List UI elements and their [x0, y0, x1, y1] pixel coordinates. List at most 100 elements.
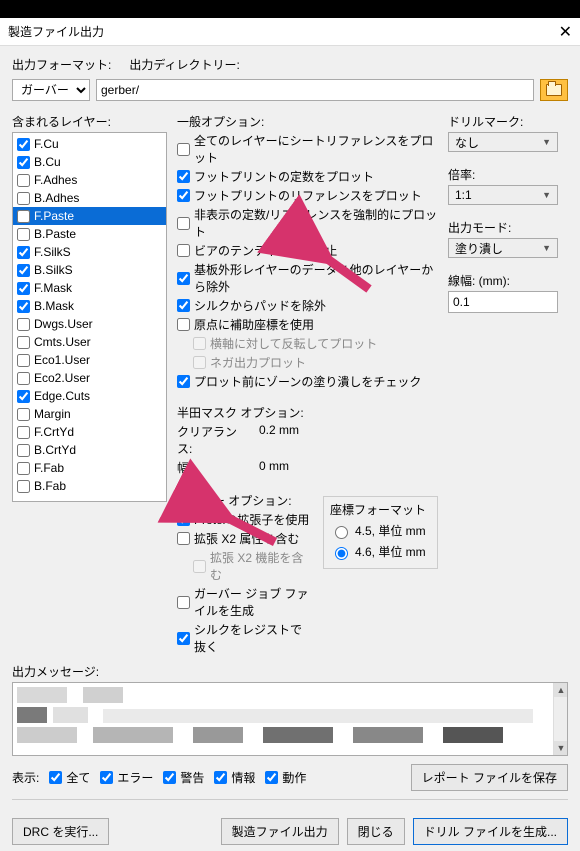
layer-row[interactable]: Eco1.User	[13, 351, 166, 369]
option-checkbox[interactable]: シルクからパッドを除外	[177, 297, 438, 314]
layer-row[interactable]: F.Adhes	[13, 171, 166, 189]
layer-checkbox[interactable]	[17, 462, 30, 475]
layer-row[interactable]: B.SilkS	[13, 261, 166, 279]
run-drc-button[interactable]: DRC を実行...	[12, 818, 109, 845]
layer-checkbox[interactable]	[17, 318, 30, 331]
layer-name: Edge.Cuts	[34, 389, 90, 403]
layer-checkbox[interactable]	[17, 408, 30, 421]
line-width-label: 線幅: (mm):	[448, 272, 568, 289]
show-errors-checkbox[interactable]: エラー	[100, 769, 153, 786]
layer-row[interactable]: Margin	[13, 405, 166, 423]
layer-checkbox[interactable]	[17, 390, 30, 403]
layer-name: F.Cu	[34, 137, 59, 151]
show-infos-checkbox[interactable]: 情報	[214, 769, 255, 786]
layer-checkbox[interactable]	[17, 354, 30, 367]
output-dir-input[interactable]	[96, 79, 534, 101]
scrollbar[interactable]: ▲ ▼	[553, 683, 567, 755]
clearance-value: 0.2 mm	[259, 423, 299, 457]
save-report-button[interactable]: レポート ファイルを保存	[411, 764, 568, 791]
gerber-options-label: ガーバー オプション:	[177, 492, 313, 509]
option-checkbox[interactable]: フットプリントのリファレンスをプロット	[177, 187, 438, 204]
layer-checkbox[interactable]	[17, 192, 30, 205]
layer-checkbox[interactable]	[17, 372, 30, 385]
layer-row[interactable]: F.Cu	[13, 135, 166, 153]
layer-checkbox[interactable]	[17, 246, 30, 259]
show-label: 表示:	[12, 769, 39, 786]
layer-checkbox[interactable]	[17, 156, 30, 169]
layer-row[interactable]: B.Cu	[13, 153, 166, 171]
layer-checkbox[interactable]	[17, 300, 30, 313]
messages-box[interactable]: ▲ ▼	[12, 682, 568, 756]
show-warnings-checkbox[interactable]: 警告	[163, 769, 204, 786]
divider	[12, 799, 568, 800]
layer-row[interactable]: Dwgs.User	[13, 315, 166, 333]
option-checkbox[interactable]: ビアのテンティングを禁止	[177, 242, 438, 259]
layer-name: F.Adhes	[34, 173, 77, 187]
layer-checkbox[interactable]	[17, 336, 30, 349]
layers-listbox[interactable]: F.Cu B.Cu F.Adhes B.Adhes F.Paste B.Paste F.Si…	[12, 132, 167, 502]
option-checkbox[interactable]: Protelの拡張子を使用	[177, 511, 313, 528]
option-checkbox[interactable]: プロット前にゾーンの塗り潰しをチェック	[177, 373, 438, 390]
layer-row[interactable]: F.Fab	[13, 459, 166, 477]
option-checkbox[interactable]: シルクをレジストで抜く	[177, 621, 313, 655]
layer-row[interactable]: B.Fab	[13, 477, 166, 495]
layer-checkbox[interactable]	[17, 444, 30, 457]
layer-row[interactable]: B.Adhes	[13, 189, 166, 207]
layer-name: B.Paste	[34, 227, 76, 241]
option-checkbox[interactable]: 原点に補助座標を使用	[177, 316, 438, 333]
option-checkbox: 横軸に対して反転してプロット	[193, 335, 438, 352]
drill-marks-label: ドリルマーク:	[448, 113, 568, 130]
generate-drill-button[interactable]: ドリル ファイルを生成...	[413, 818, 568, 845]
show-all-checkbox[interactable]: 全て	[49, 769, 90, 786]
layer-checkbox[interactable]	[17, 210, 30, 223]
option-checkbox[interactable]: 非表示の定数/リファレンスを強制的にプロット	[177, 206, 438, 240]
layer-row[interactable]: F.Mask	[13, 279, 166, 297]
plot-button[interactable]: 製造ファイル出力	[221, 818, 339, 845]
browse-folder-button[interactable]	[540, 79, 568, 101]
layer-row[interactable]: F.SilkS	[13, 243, 166, 261]
coord-format-radio[interactable]: 4.5, 単位 mm	[330, 522, 431, 539]
option-checkbox[interactable]: 基板外形レイヤーのデータを他のレイヤーから除外	[177, 261, 438, 295]
output-mode-select[interactable]: 塗り潰し▼	[448, 238, 558, 258]
layer-row[interactable]: F.CrtYd	[13, 423, 166, 441]
layer-checkbox[interactable]	[17, 480, 30, 493]
chevron-down-icon: ▼	[542, 137, 551, 147]
layer-checkbox[interactable]	[17, 264, 30, 277]
layer-checkbox[interactable]	[17, 426, 30, 439]
option-checkbox[interactable]: フットプリントの定数をプロット	[177, 168, 438, 185]
layer-name: B.Adhes	[34, 191, 79, 205]
close-button[interactable]: 閉じる	[347, 818, 405, 845]
output-format-select[interactable]: ガーバー	[12, 79, 90, 101]
layer-row[interactable]: Cmts.User	[13, 333, 166, 351]
messages-label: 出力メッセージ:	[12, 663, 568, 680]
option-checkbox[interactable]: ガーバー ジョブ ファイルを生成	[177, 585, 313, 619]
layer-checkbox[interactable]	[17, 282, 30, 295]
drill-marks-select[interactable]: なし▼	[448, 132, 558, 152]
layer-row[interactable]: B.Mask	[13, 297, 166, 315]
option-checkbox[interactable]: 拡張 X2 属性を含む	[177, 530, 313, 547]
scroll-down-icon[interactable]: ▼	[554, 741, 568, 755]
scroll-up-icon[interactable]: ▲	[554, 683, 568, 697]
layer-row[interactable]: Eco2.User	[13, 369, 166, 387]
option-checkbox[interactable]: 全てのレイヤーにシートリファレンスをプロット	[177, 132, 438, 166]
layer-name: Eco1.User	[34, 353, 90, 367]
chevron-down-icon: ▼	[542, 190, 551, 200]
coord-format-radio[interactable]: 4.6, 単位 mm	[330, 543, 431, 560]
layer-row[interactable]: B.CrtYd	[13, 441, 166, 459]
layer-name: B.CrtYd	[34, 443, 76, 457]
show-actions-checkbox[interactable]: 動作	[265, 769, 306, 786]
line-width-input[interactable]	[448, 291, 558, 313]
layer-row[interactable]: Edge.Cuts	[13, 387, 166, 405]
layer-checkbox[interactable]	[17, 174, 30, 187]
layer-checkbox[interactable]	[17, 228, 30, 241]
layer-name: B.Mask	[34, 299, 74, 313]
layer-name: F.CrtYd	[34, 425, 74, 439]
coord-format-group: 座標フォーマット 4.5, 単位 mm 4.6, 単位 mm	[323, 496, 438, 569]
layer-name: F.SilkS	[34, 245, 71, 259]
layer-checkbox[interactable]	[17, 138, 30, 151]
scale-select[interactable]: 1:1▼	[448, 185, 558, 205]
coord-format-label: 座標フォーマット	[330, 501, 431, 518]
close-icon[interactable]: ✕	[532, 22, 572, 42]
layer-row[interactable]: B.Paste	[13, 225, 166, 243]
layer-row[interactable]: F.Paste	[13, 207, 166, 225]
